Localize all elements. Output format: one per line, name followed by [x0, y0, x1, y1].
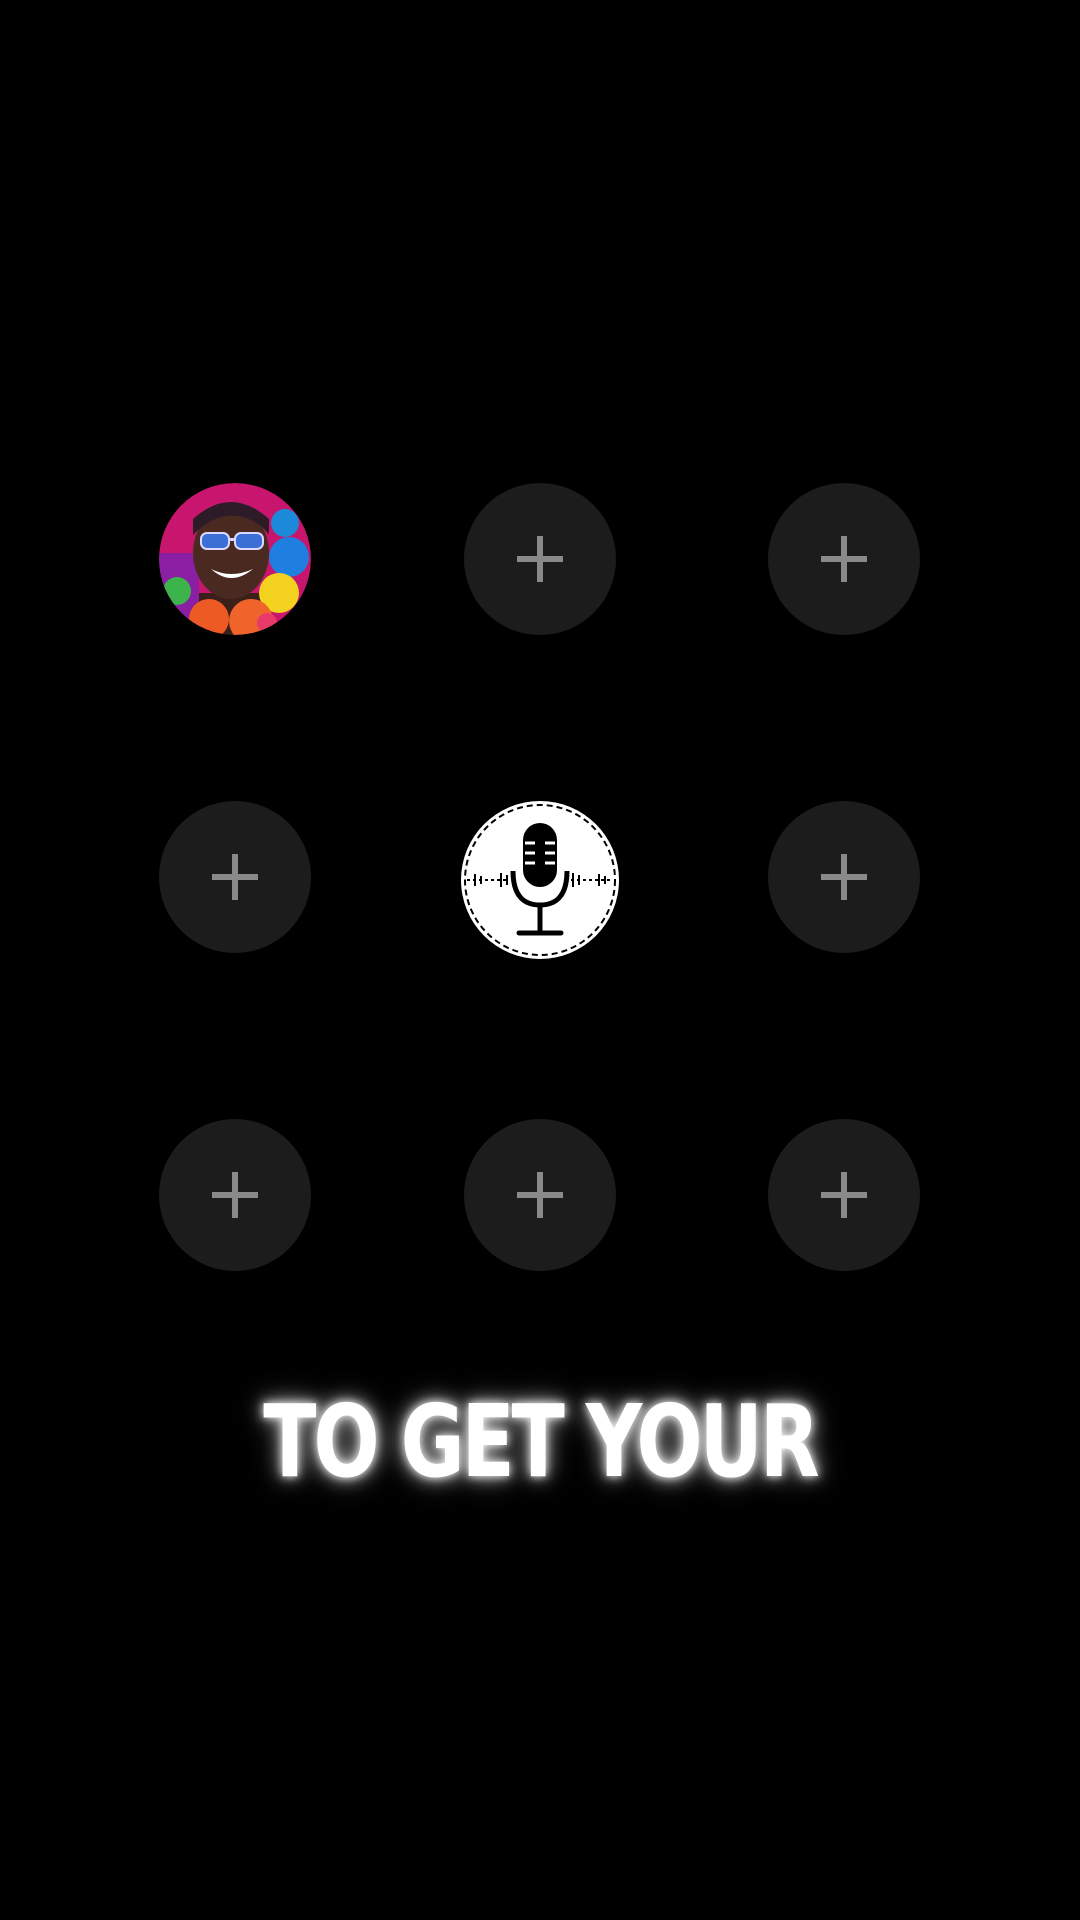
- plus-icon: [821, 854, 867, 900]
- plus-icon: [821, 1172, 867, 1218]
- plus-icon: [517, 536, 563, 582]
- microphone-icon: [464, 804, 616, 956]
- add-slot-button[interactable]: [159, 1119, 311, 1271]
- add-slot-button[interactable]: [464, 483, 616, 635]
- avatar-photo: [159, 483, 311, 635]
- add-slot-button[interactable]: [159, 801, 311, 953]
- avatar[interactable]: [159, 483, 311, 635]
- add-slot-button[interactable]: [768, 483, 920, 635]
- plus-icon: [212, 854, 258, 900]
- add-slot-button[interactable]: [768, 801, 920, 953]
- caption-text: TO GET YOUR: [263, 1383, 820, 1500]
- add-slot-button[interactable]: [768, 1119, 920, 1271]
- add-slot-button[interactable]: [464, 1119, 616, 1271]
- plus-icon: [517, 1172, 563, 1218]
- plus-icon: [821, 536, 867, 582]
- slot-grid: [0, 0, 1080, 1920]
- plus-icon: [212, 1172, 258, 1218]
- record-voice-button[interactable]: [461, 801, 619, 959]
